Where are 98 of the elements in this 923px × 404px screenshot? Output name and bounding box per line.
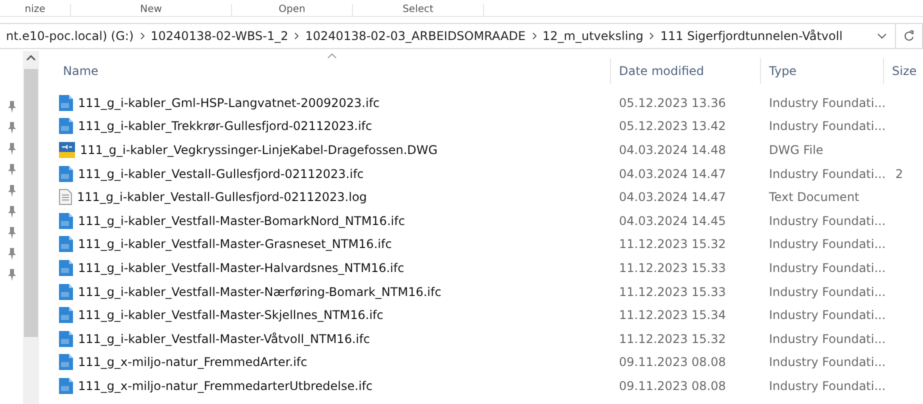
type-cell-text: Industry Foundati... <box>768 378 883 393</box>
date-cell-text: 11.12.2023 15.32 <box>618 237 727 252</box>
file-name-text: 111_g_i-kabler_Vestfall-Master-Skjellnes_NTM16.ifc <box>78 308 384 322</box>
file-name[interactable]: 111_g_i-kabler_Gml-HSP-Langvatnet-20092023.ifc <box>55 94 610 111</box>
dropdown-icon[interactable] <box>877 33 887 39</box>
file-name-text: 111_g_i-kabler_Vegkryssinger-LinjeKabel-Dragefossen.DWG <box>80 142 438 157</box>
type-cell-text: Text Document <box>768 190 860 204</box>
file-name[interactable]: 111_g_x-miljo-natur_FremmedarterUtbredelse.ifc <box>55 378 610 394</box>
file-name-text: 111_g_i-kabler_Gml-HSP-Langvatnet-20092023.ifc <box>78 96 380 110</box>
chevron-icon[interactable] <box>140 32 145 40</box>
breadcrumb[interactable]: 111 Sigerfjordtunnelen-Våtvoll <box>654 29 849 43</box>
ifc-file-icon <box>59 236 73 252</box>
file-name[interactable]: 111_g_i-kabler_Vestfall-Master-BomarkNord_NTM16.ifc <box>55 212 610 229</box>
ribbon-label[interactable]: nize <box>0 4 71 16</box>
chevron-icon[interactable] <box>532 32 537 40</box>
file-name[interactable]: 111_g_i-kabler_Vegkryssinger-LinjeKabel-Dragefossen.DWG <box>55 142 610 158</box>
date-cell-text: 09.11.2023 08.08 <box>618 355 727 370</box>
type-cell-text: Industry Foundati... <box>768 332 883 346</box>
date-cell-text: 04.03.2024 14.48 <box>618 142 727 157</box>
date-cell-text: 04.03.2024 14.45 <box>618 214 727 228</box>
breadcrumb[interactable]: 10240138-02-WBS-1_2 <box>144 29 294 43</box>
date-cell-text: 11.12.2023 15.33 <box>618 284 727 299</box>
file-name-text: 111_g_i-kabler_Vestall-Gullesfjord-02112023.ifc <box>78 166 364 181</box>
ifc-file-icon <box>59 330 73 347</box>
file-name[interactable]: 111_g_i-kabler_Trekkrør-Gullesfjord-02112023.ifc <box>55 118 610 134</box>
pin-icon[interactable] <box>6 269 16 281</box>
file-name[interactable]: 111_g_i-kabler_Vestfall-Master-Grasneset_NTM16.ifc <box>55 236 610 252</box>
file-name[interactable]: 111_g_i-kabler_Vestfall-Master-Nærføring-Bomark_NTM16.ifc <box>55 284 610 300</box>
date-cell-text: 09.11.2023 08.08 <box>618 378 727 393</box>
chevron-icon[interactable] <box>294 32 300 40</box>
pin-icon[interactable] <box>6 227 16 239</box>
file-name[interactable]: 111_g_i-kabler_Vestall-Gullesfjord-02112023.log <box>55 189 610 206</box>
address-bar[interactable]: nt.e10-poc.local) (G:) 10240138-02-WBS-1_2 10240138-02-03_ARBEIDSOMRAADE 12_m_utveksling 111 Sigerfjordtunnelen-Våtvoll <box>0 23 896 49</box>
file-name-text: 111_g_i-kabler_Vestfall-Master-Grasneset_NTM16.ifc <box>78 237 392 252</box>
pin-icon[interactable] <box>6 206 16 218</box>
date-cell-text: 05.12.2023 13.42 <box>618 119 727 134</box>
breadcrumb[interactable]: 12_m_utveksling <box>536 29 650 43</box>
file-name-text: 111_g_x-miljo-natur_FremmedarterUtbredelse.ifc <box>78 378 373 393</box>
file-name-text: 111_g_i-kabler_Vestfall-Master-BomarkNord_NTM16.ifc <box>78 214 405 228</box>
ifc-file-icon <box>59 284 73 300</box>
type-cell-text: Industry Foundati... <box>768 166 883 181</box>
breadcrumb[interactable]: 10240138-02-03_ARBEIDSOMRAADE <box>299 29 532 43</box>
pin-icon[interactable] <box>6 164 16 176</box>
ribbon-label[interactable]: New <box>71 4 232 16</box>
ribbon-label[interactable]: Select <box>353 4 484 16</box>
file-name-text: 111_g_i-kabler_Vestfall-Master-Halvardsnes_NTM16.ifc <box>78 260 404 275</box>
ifc-file-icon <box>59 378 73 394</box>
drawing-file-icon <box>59 142 75 158</box>
pin-icon[interactable] <box>6 248 16 260</box>
pin-icon[interactable] <box>6 185 16 197</box>
column-header[interactable]: Name <box>55 58 610 84</box>
file-name-text: 111_g_i-kabler_Vestfall-Master-Nærføring-Bomark_NTM16.ifc <box>78 284 442 299</box>
file-name[interactable]: 111_g_i-kabler_Vestfall-Master-Våtvoll_NTM16.ifc <box>55 330 610 347</box>
refresh-icon <box>903 30 915 42</box>
ifc-file-icon <box>59 354 73 370</box>
type-cell-text: Industry Foundati... <box>768 308 883 322</box>
pin-icon[interactable] <box>6 122 16 134</box>
ifc-file-icon <box>59 118 73 134</box>
size-cell-text: 2 <box>894 166 904 181</box>
refresh-button[interactable] <box>896 23 923 49</box>
pin-icon[interactable] <box>6 101 16 113</box>
type-cell-text: Industry Foundati... <box>768 284 883 299</box>
chevron-icon[interactable] <box>649 32 654 40</box>
column-header[interactable]: Type <box>760 58 883 84</box>
file-name-text: 111_g_i-kabler_Vestfall-Master-Våtvoll_NTM16.ifc <box>78 332 370 346</box>
file-name-text: 111_g_x-miljo-natur_FremmedArter.ifc <box>78 355 308 370</box>
file-name-text: 111_g_i-kabler_Vestall-Gullesfjord-02112023.log <box>77 190 367 204</box>
ifc-file-icon <box>59 166 73 182</box>
type-cell-text: Industry Foundati... <box>768 214 883 228</box>
column-header[interactable]: Date modified <box>610 58 760 84</box>
type-cell-text: Industry Foundati... <box>768 355 883 370</box>
type-cell-text: Industry Foundati... <box>768 119 883 134</box>
ifc-file-icon <box>59 94 73 111</box>
type-cell-text: Industry Foundati... <box>768 96 883 110</box>
breadcrumb[interactable]: nt.e10-poc.local) (G:) <box>0 29 140 43</box>
sort-caret-icon <box>327 53 337 59</box>
ifc-file-icon <box>59 307 73 324</box>
type-cell-text: Industry Foundati... <box>768 260 883 275</box>
file-name[interactable]: 111_g_i-kabler_Vestfall-Master-Skjellnes_NTM16.ifc <box>55 307 610 324</box>
column-header[interactable]: Size <box>883 58 923 84</box>
date-cell-text: 11.12.2023 15.34 <box>618 308 727 322</box>
date-cell-text: 11.12.2023 15.32 <box>618 332 727 346</box>
file-name[interactable]: 111_g_x-miljo-natur_FremmedArter.ifc <box>55 354 610 370</box>
text-file-icon <box>59 189 72 206</box>
date-cell-text: 11.12.2023 15.33 <box>618 260 727 275</box>
file-name[interactable]: 111_g_i-kabler_Vestfall-Master-Halvardsnes_NTM16.ifc <box>55 260 610 276</box>
scrollbar-thumb[interactable] <box>24 69 38 337</box>
type-cell-text: DWG File <box>768 142 824 157</box>
date-cell-text: 05.12.2023 13.36 <box>618 96 727 110</box>
date-cell-text: 04.03.2024 14.47 <box>618 166 727 181</box>
ribbon-label[interactable]: Open <box>232 4 353 16</box>
file-name-text: 111_g_i-kabler_Trekkrør-Gullesfjord-02112023.ifc <box>78 119 372 134</box>
pin-icon[interactable] <box>6 143 16 155</box>
ifc-file-icon <box>59 260 73 276</box>
date-cell-text: 04.03.2024 14.47 <box>618 190 727 204</box>
file-name[interactable]: 111_g_i-kabler_Vestall-Gullesfjord-02112023.ifc <box>55 166 610 182</box>
ifc-file-icon <box>59 212 73 229</box>
type-cell-text: Industry Foundati... <box>768 237 883 252</box>
